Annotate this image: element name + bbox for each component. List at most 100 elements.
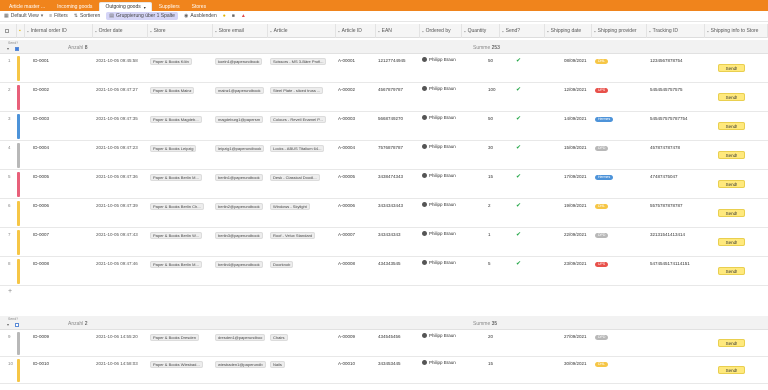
- row-number: 7: [8, 232, 11, 237]
- row-number: 9: [8, 334, 11, 339]
- column-type-icon: ▪: [464, 28, 466, 34]
- provider-badge: UPS: [595, 88, 609, 93]
- store-email: magdeburg1@papersm: [215, 116, 264, 123]
- column-header-row: ▪ Internal order ID ▪ Order date ▪ Store ▪ Stor…: [0, 24, 768, 38]
- store-email: dresden1@paperundboo: [215, 334, 266, 341]
- check-icon[interactable]: ✔: [516, 231, 521, 238]
- send-button[interactable]: Send!: [718, 64, 745, 72]
- column-header-7[interactable]: ▪ EAN: [376, 24, 420, 38]
- comment-button[interactable]: ■: [232, 13, 235, 19]
- article-cell: Scissors - MS 3-Bäre Profi...: [270, 58, 334, 65]
- order-date: 2021-10-05 09:47:39: [96, 203, 138, 208]
- table-row[interactable]: 7 ID-0007 2021-10-05 09:47:43 Paper & Books…: [0, 228, 768, 257]
- column-type-icon: ▪: [502, 28, 504, 34]
- tab-3[interactable]: Outgoing goods ▾: [99, 2, 152, 11]
- column-header-label: Ordered by: [425, 28, 451, 34]
- notification-button[interactable]: ▲: [241, 13, 246, 19]
- store-cell: Paper & Books Köln: [150, 58, 211, 65]
- column-header-2[interactable]: ▪ Order date: [93, 24, 148, 38]
- store-cell: Paper & Books Mainz: [150, 87, 211, 94]
- send-button[interactable]: Send!: [718, 151, 745, 159]
- ean: 434343545: [378, 261, 401, 266]
- article-id: A-00002: [338, 87, 356, 92]
- avatar: [422, 260, 427, 266]
- column-header-3[interactable]: ▪ Store: [148, 24, 213, 38]
- default-view-button[interactable]: ▦ Default View ▾: [4, 13, 43, 19]
- shipping-date: 08/09/2021: [564, 58, 587, 63]
- article-cell: Chairs: [270, 334, 334, 341]
- lock-icon: ●: [222, 13, 226, 19]
- column-header-10[interactable]: ▪ Send?: [500, 24, 545, 38]
- column-header-12[interactable]: ▪ Shipping provider: [592, 24, 647, 38]
- send-button[interactable]: Send!: [718, 209, 745, 217]
- filters-button[interactable]: ≡ Filters: [49, 13, 68, 19]
- ean: 7576878787: [378, 145, 404, 150]
- column-header-13[interactable]: ▪ Tracking ID: [647, 24, 705, 38]
- column-header-14[interactable]: ▪ Shipping info to Store: [705, 24, 768, 38]
- check-icon[interactable]: ✔: [516, 115, 521, 122]
- check-icon[interactable]: ✔: [516, 202, 521, 209]
- send-button[interactable]: Send!: [718, 366, 745, 374]
- table-row[interactable]: 3 ID-0003 2021-10-05 09:47:35 Paper & Books…: [0, 112, 768, 141]
- send-button[interactable]: Send!: [718, 93, 745, 101]
- article-link: Desk - Classical Doodl...: [270, 174, 320, 181]
- tab-1[interactable]: Article master ...: [4, 2, 50, 11]
- column-header-11[interactable]: ▪ Shipping date: [545, 24, 592, 38]
- table-row[interactable]: 10 ID-0010 2021-10-06 14:58:03 Paper & Book…: [0, 357, 768, 384]
- send-button[interactable]: Send!: [718, 339, 745, 347]
- column-type-icon: ▪: [95, 28, 97, 34]
- check-icon[interactable]: ✔: [516, 260, 521, 267]
- row-color-marker: [17, 259, 20, 284]
- column-header-5[interactable]: ▪ Article: [268, 24, 336, 38]
- tab-5[interactable]: Stores: [187, 2, 211, 11]
- table-row[interactable]: 2 ID-0002 2021-10-05 09:47:27 Paper & Books…: [0, 83, 768, 112]
- provider-badge: DHL: [595, 204, 609, 209]
- article-id: A-00007: [338, 232, 356, 237]
- tab-label: Outgoing goods: [105, 4, 141, 10]
- table-row[interactable]: 4 ID-0004 2021-10-05 09:47:23 Paper & Books…: [0, 141, 768, 170]
- table-row[interactable]: 8 ID-0008 2021-10-05 09:47:46 Paper & Books…: [0, 257, 768, 286]
- chevron-down-icon[interactable]: ▾: [144, 5, 146, 10]
- store-email-cell: magdeburg1@papersm: [215, 116, 266, 123]
- tab-2[interactable]: Incoming goods: [52, 2, 97, 11]
- check-icon[interactable]: ✔: [516, 57, 521, 64]
- column-header-9[interactable]: ▪ Quantity: [462, 24, 500, 38]
- table-row[interactable]: 5 ID-0005 2021-10-05 09:47:36 Paper & Books…: [0, 170, 768, 199]
- article-cell: Doorknob: [270, 261, 334, 268]
- tab-4[interactable]: Suppliers: [154, 2, 185, 11]
- column-type-icon: ▪: [215, 28, 217, 34]
- check-icon[interactable]: ✔: [516, 173, 521, 180]
- order-id: ID-0003: [33, 116, 50, 121]
- send-button[interactable]: Send!: [718, 180, 745, 188]
- grouping-button[interactable]: ▤ Gruppierung über 1 Spalte: [106, 12, 178, 20]
- table-row[interactable]: 9 ID-0009 2021-10-06 14:55:20 Paper & Books…: [0, 330, 768, 357]
- store-email-cell: leipzig1@paperundbook: [215, 145, 266, 152]
- ordered-by-name: Philipp Braun: [429, 260, 456, 265]
- table-row[interactable]: 6 ID-0006 2021-10-05 09:47:39 Paper & Books…: [0, 199, 768, 228]
- column-header-1[interactable]: ▪ Internal order ID: [25, 24, 93, 38]
- group-label: Send?: [8, 41, 19, 45]
- table-row[interactable]: 1 ID-0001 2021-10-05 09:45:58 Paper & Books…: [0, 54, 768, 83]
- column-type-icon: ▪: [649, 28, 651, 34]
- column-header-label: EAN: [381, 28, 392, 34]
- select-all-checkbox[interactable]: [0, 24, 17, 38]
- order-date: 2021-10-05 09:47:46: [96, 261, 138, 266]
- column-header-6[interactable]: ▪ Article ID: [336, 24, 376, 38]
- collapse-toggle-icon[interactable]: ▾: [7, 322, 9, 327]
- store-email: berlin2@paperundbook: [215, 203, 263, 210]
- check-icon[interactable]: ✔: [516, 86, 521, 93]
- check-icon[interactable]: ✔: [516, 144, 521, 151]
- row-color-marker: [17, 56, 20, 81]
- hide-columns-button[interactable]: ◉ Ausblenden: [184, 13, 217, 19]
- column-header-8[interactable]: ▪ Ordered by: [420, 24, 462, 38]
- send-button[interactable]: Send!: [718, 122, 745, 130]
- group-value-checkbox: [15, 323, 19, 327]
- send-button[interactable]: Send!: [718, 238, 745, 246]
- sort-button[interactable]: ⇅ Sortieren: [74, 13, 101, 19]
- lock-button[interactable]: ●: [223, 13, 226, 19]
- add-row-icon[interactable]: +: [8, 288, 12, 295]
- tracking-id: 5575787878787: [650, 203, 683, 208]
- collapse-toggle-icon[interactable]: ▾: [7, 46, 9, 51]
- column-header-4[interactable]: ▪ Store email: [213, 24, 268, 38]
- send-button[interactable]: Send!: [718, 267, 745, 275]
